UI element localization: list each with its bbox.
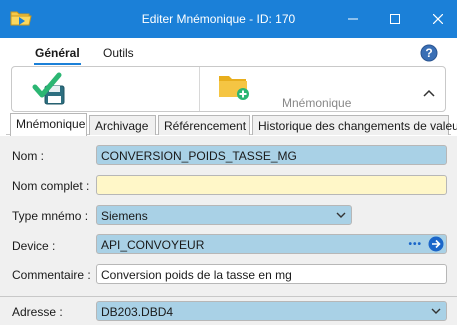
tab-referencement[interactable]: Référencement: [158, 115, 250, 135]
type-mnemo-select[interactable]: Siemens: [96, 205, 352, 225]
nom-field[interactable]: CONVERSION_POIDS_TASSE_MG: [96, 145, 447, 165]
maximize-button[interactable]: [376, 0, 414, 38]
tab-bar: Mnémonique Archivage Référencement Histo…: [6, 113, 457, 136]
minimize-icon: [348, 18, 358, 20]
title-bar: Editer Mnémonique - ID: 170: [0, 0, 457, 38]
nom-complet-label: Nom complet :: [12, 179, 90, 193]
device-value: API_CONVOYEUR: [101, 238, 205, 252]
ribbon-tab-general[interactable]: Général: [34, 46, 81, 65]
ribbon-panel: Mnémonique: [11, 66, 446, 112]
commentaire-label: Commentaire :: [12, 268, 91, 282]
help-icon: ?: [420, 44, 438, 62]
folder-add-icon: [219, 76, 249, 100]
close-button[interactable]: [419, 0, 457, 38]
save-check-icon: [32, 72, 65, 105]
ellipsis-icon[interactable]: •••: [408, 239, 422, 250]
type-mnemo-value: Siemens: [101, 209, 148, 223]
maximize-icon: [390, 14, 400, 24]
ribbon-separator: [199, 67, 200, 111]
minimize-button[interactable]: [334, 0, 372, 38]
form-panel: Nom : CONVERSION_POIDS_TASSE_MG Nom comp…: [0, 136, 457, 297]
tab-archivage[interactable]: Archivage: [89, 115, 156, 135]
close-icon: [433, 14, 443, 24]
ribbon-tab-bar: Général Outils: [0, 38, 457, 66]
adresse-value: DB203.DBD4: [101, 305, 174, 319]
tab-mnemonique[interactable]: Mnémonique: [10, 113, 87, 136]
help-button[interactable]: ?: [420, 44, 438, 62]
adresse-select[interactable]: DB203.DBD4: [96, 301, 447, 321]
nom-complet-field[interactable]: [96, 175, 447, 195]
chevron-down-icon: [336, 212, 346, 218]
device-field[interactable]: API_CONVOYEUR •••: [96, 234, 447, 254]
adresse-label: Adresse :: [12, 305, 63, 319]
nom-label: Nom :: [12, 149, 45, 163]
ribbon-mnemonique-label: Mnémonique: [282, 96, 352, 110]
type-mnemo-label: Type mnémo :: [12, 209, 89, 223]
collapse-ribbon-button[interactable]: [422, 87, 436, 97]
svg-text:?: ?: [425, 46, 432, 60]
arrow-right-circle-icon[interactable]: [428, 236, 444, 252]
ribbon-tab-outils[interactable]: Outils: [103, 46, 134, 60]
save-check-button[interactable]: [32, 72, 66, 106]
tab-historique[interactable]: Historique des changements de valeur: [252, 115, 457, 135]
new-mnemonique-button[interactable]: [218, 73, 252, 101]
commentaire-field[interactable]: Conversion poids de la tasse en mg: [96, 264, 447, 284]
chevron-down-icon: [431, 308, 441, 314]
chevron-up-icon: [423, 89, 435, 97]
address-panel: Adresse : DB203.DBD4: [0, 297, 457, 325]
device-label: Device :: [12, 239, 56, 253]
